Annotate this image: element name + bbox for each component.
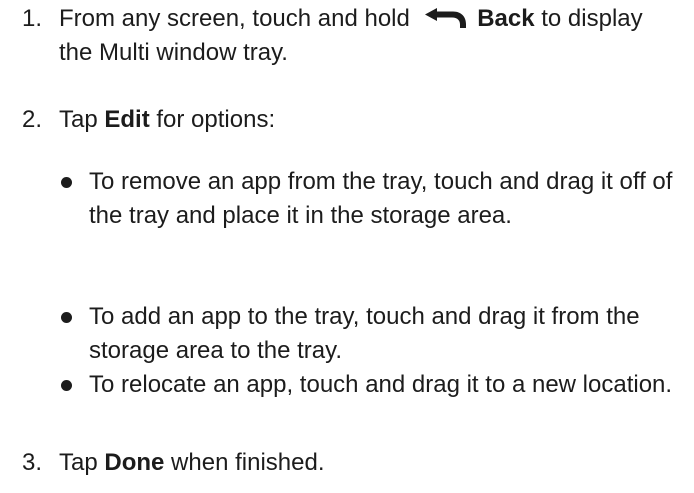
step-text-before: Tap bbox=[59, 106, 98, 133]
bullet-dot-icon bbox=[61, 380, 72, 391]
step-text-after: when finished. bbox=[171, 449, 325, 476]
step-number: 3. bbox=[22, 449, 43, 476]
instruction-page: 1. From any screen, touch and hold Back … bbox=[0, 0, 694, 493]
bullet-text: To add an app to the tray, touch and dra… bbox=[89, 303, 640, 364]
step-text-after: for options: bbox=[156, 106, 276, 133]
step-bold-term: Edit bbox=[104, 106, 150, 133]
bullet-dot-icon bbox=[61, 312, 72, 323]
step-text: Tap Edit for options: bbox=[59, 103, 679, 137]
bullet-text: To relocate an app, touch and drag it to… bbox=[89, 371, 673, 398]
step-text-before: Tap bbox=[59, 449, 98, 476]
step-text: Tap Done when finished. bbox=[59, 446, 679, 480]
back-arrow-icon bbox=[424, 8, 466, 28]
step-text: From any screen, touch and hold Back to … bbox=[59, 2, 679, 70]
step-bold-term: Back bbox=[477, 5, 535, 32]
step-number: 2. bbox=[22, 106, 43, 133]
step-bold-term: Done bbox=[104, 449, 165, 476]
step-text-before: From any screen, touch and hold bbox=[59, 5, 410, 32]
bullet-dot-icon bbox=[61, 177, 72, 188]
step-number: 1. bbox=[22, 5, 43, 32]
bullet-text: To remove an app from the tray, touch an… bbox=[89, 168, 673, 229]
